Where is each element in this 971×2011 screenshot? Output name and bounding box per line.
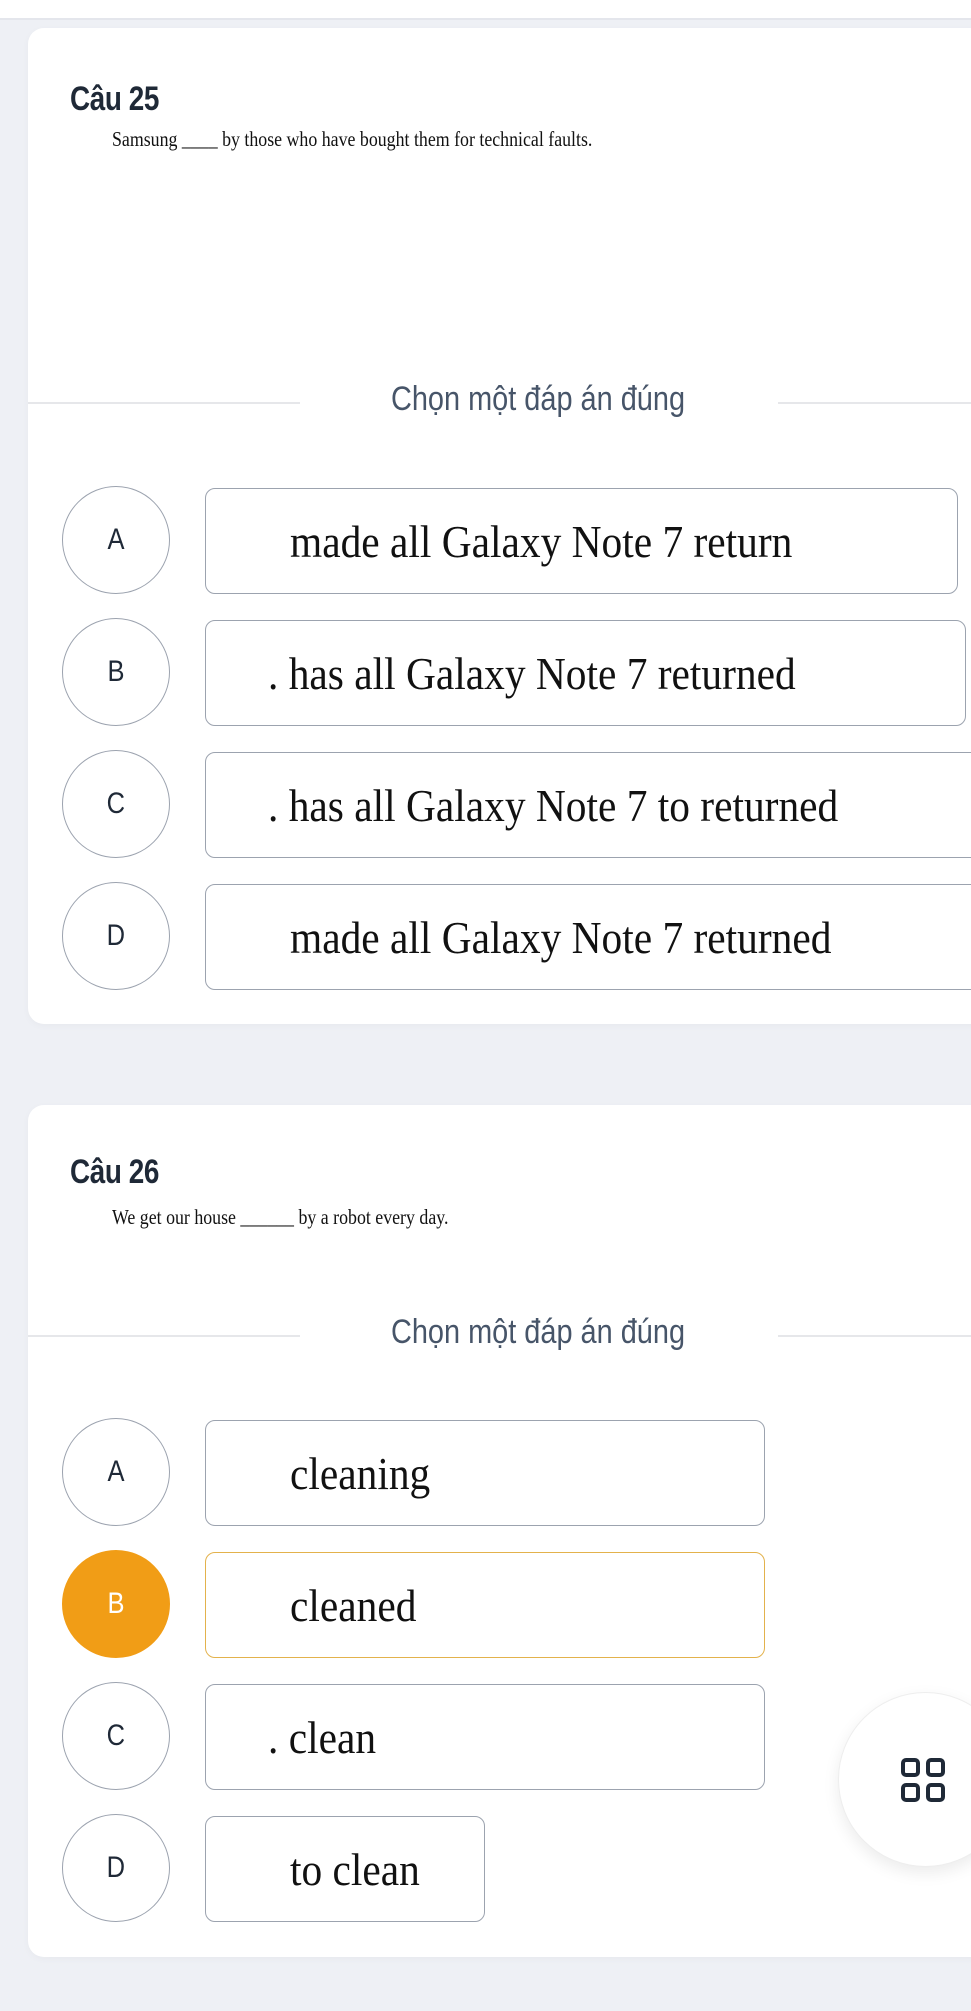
question-title: Câu 26 <box>70 1153 159 1191</box>
question-card-25: Câu 25 Samsung ____ by those who have bo… <box>28 28 971 1024</box>
option-letter: D <box>106 919 126 952</box>
top-bar <box>0 0 971 20</box>
option-letter: A <box>107 1455 125 1488</box>
question-title: Câu 25 <box>70 80 159 118</box>
option-letter: C <box>106 1719 126 1752</box>
divider-line-right <box>778 1335 971 1337</box>
option-c-answer[interactable]: . clean <box>205 1684 765 1790</box>
option-b-button-selected[interactable]: B <box>62 1550 170 1658</box>
option-letter: B <box>107 1587 125 1620</box>
question-text: We get our house ______ by a robot every… <box>112 1205 449 1229</box>
answer-prompt: Chọn một đáp án đúng <box>390 380 686 418</box>
option-c-button[interactable]: C <box>62 750 170 858</box>
option-letter: A <box>107 523 125 556</box>
option-text: cleaned <box>290 1579 417 1631</box>
divider-line-left <box>28 1335 300 1337</box>
option-b-answer[interactable]: . has all Galaxy Note 7 returned <box>205 620 966 726</box>
option-a-button[interactable]: A <box>62 486 170 594</box>
question-text: Samsung ____ by those who have bought th… <box>112 127 593 151</box>
divider-line-left <box>28 402 300 404</box>
option-d-button[interactable]: D <box>62 882 170 990</box>
grid-icon <box>901 1758 947 1804</box>
option-letter: D <box>106 1851 126 1884</box>
option-text: made all Galaxy Note 7 returned <box>290 911 832 963</box>
option-d-button[interactable]: D <box>62 1814 170 1922</box>
option-text: . has all Galaxy Note 7 to returned <box>268 779 839 831</box>
option-b-button[interactable]: B <box>62 618 170 726</box>
option-a-button[interactable]: A <box>62 1418 170 1526</box>
answer-divider: Chọn một đáp án đúng <box>28 1313 971 1351</box>
option-d-answer[interactable]: made all Galaxy Note 7 returned <box>205 884 971 990</box>
option-a-answer[interactable]: cleaning <box>205 1420 765 1526</box>
option-text: . clean <box>268 1711 377 1763</box>
answer-prompt: Chọn một đáp án đúng <box>390 1313 686 1351</box>
option-c-answer[interactable]: . has all Galaxy Note 7 to returned <box>205 752 971 858</box>
option-b-answer-selected[interactable]: cleaned <box>205 1552 765 1658</box>
option-text: . has all Galaxy Note 7 returned <box>268 647 796 699</box>
option-a-answer[interactable]: made all Galaxy Note 7 return <box>205 488 958 594</box>
option-text: to clean <box>290 1843 420 1895</box>
option-d-answer[interactable]: to clean <box>205 1816 485 1922</box>
divider-line-right <box>778 402 971 404</box>
answer-divider: Chọn một đáp án đúng <box>28 380 971 418</box>
option-letter: C <box>106 787 126 820</box>
option-c-button[interactable]: C <box>62 1682 170 1790</box>
option-text: cleaning <box>290 1447 431 1499</box>
option-letter: B <box>107 655 125 688</box>
question-card-26: Câu 26 We get our house ______ by a robo… <box>28 1105 971 1957</box>
option-text: made all Galaxy Note 7 return <box>290 515 793 567</box>
